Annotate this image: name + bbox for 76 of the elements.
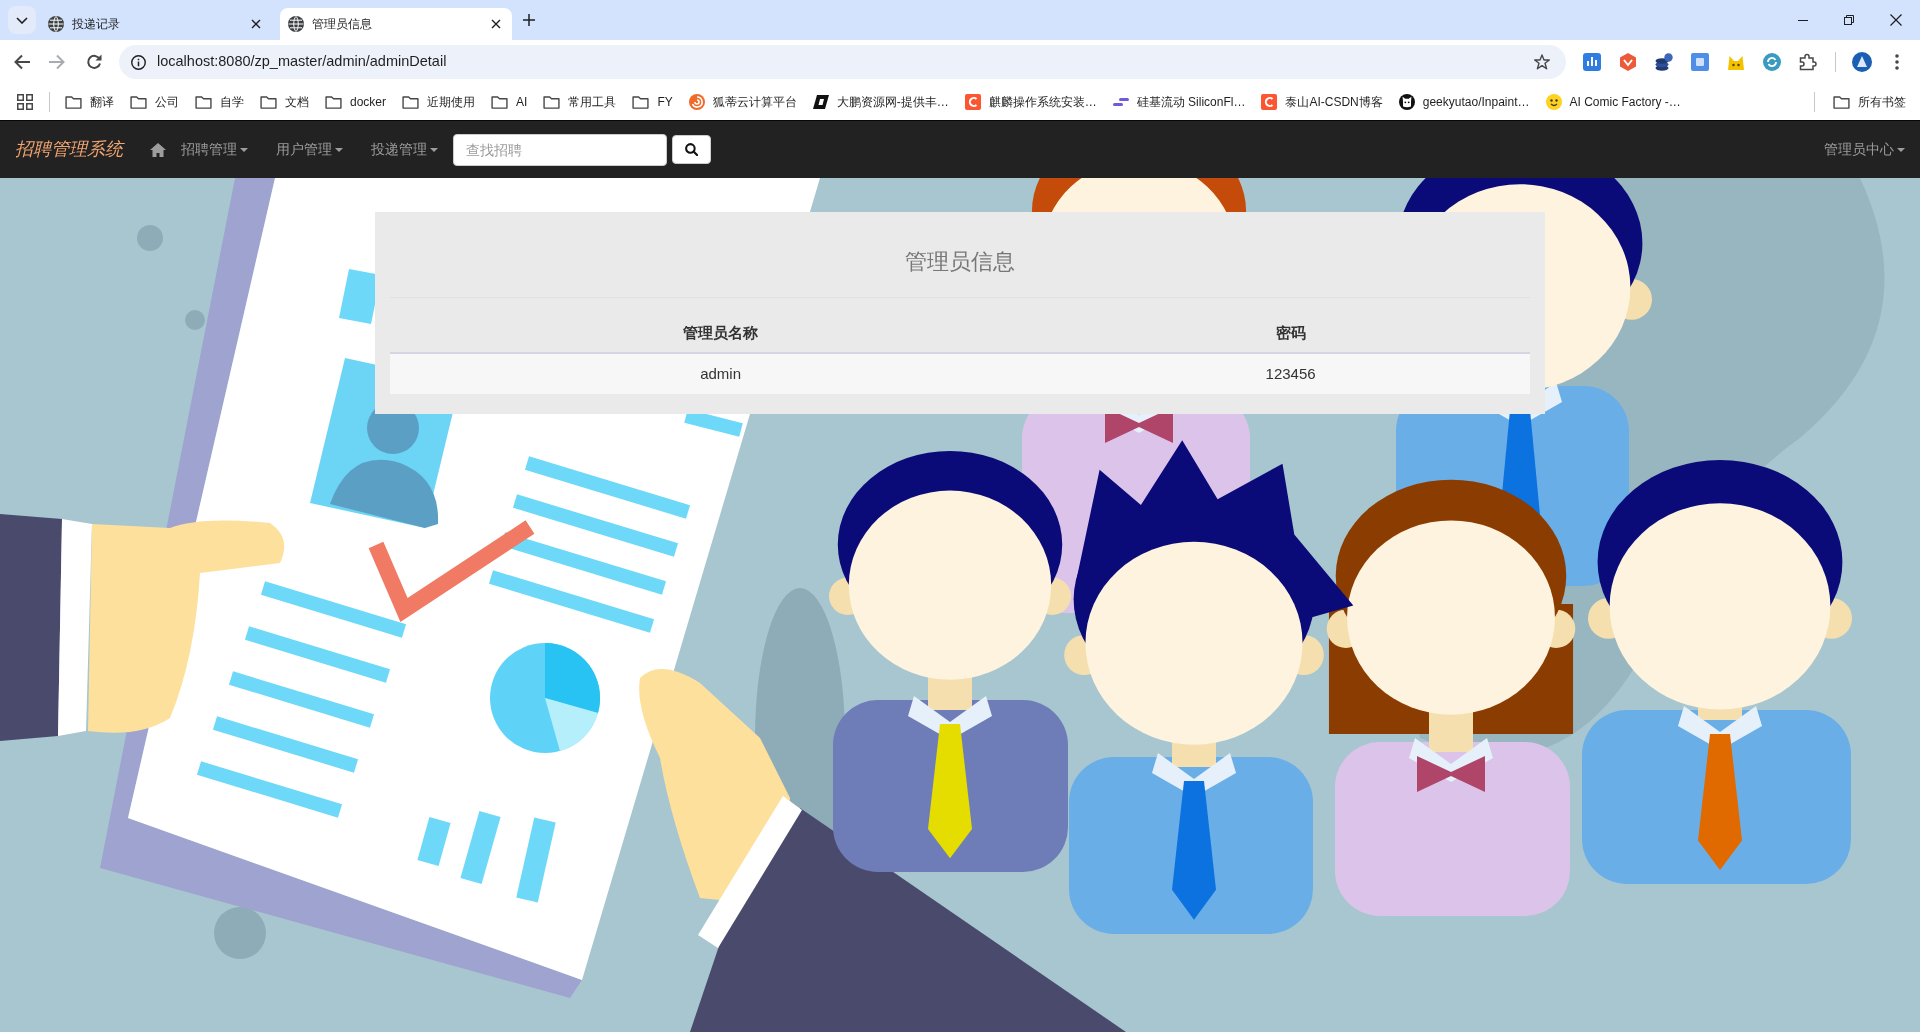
bookmark-item[interactable]: AI Comic Factory -… xyxy=(1537,88,1689,116)
folder-icon xyxy=(325,95,342,109)
slanted-logo-icon xyxy=(812,94,829,110)
sync-icon[interactable] xyxy=(1763,53,1781,71)
folder-icon xyxy=(260,95,277,109)
new-tab-plus-icon[interactable] xyxy=(523,14,535,26)
coin-stack-icon[interactable] xyxy=(1655,53,1673,71)
reload-icon[interactable] xyxy=(86,54,102,70)
home-icon[interactable] xyxy=(150,142,166,157)
bookmark-item[interactable]: 泰山AI-CSDN博客 xyxy=(1253,88,1391,116)
cat-logo-icon[interactable] xyxy=(1727,53,1745,71)
bar-chart-icon[interactable] xyxy=(1583,53,1601,71)
bookmark-item[interactable]: 所有书签 xyxy=(1825,88,1914,116)
bookmark-item[interactable]: 硅基流动 SiliconFl… xyxy=(1104,88,1254,116)
search-button[interactable] xyxy=(672,135,711,164)
bookmark-item[interactable]: 麒麟操作系统安装… xyxy=(956,88,1105,116)
close-icon[interactable] xyxy=(491,19,501,29)
chevron-down-icon xyxy=(16,16,28,24)
folder-icon xyxy=(65,95,82,109)
table-cell: 123456 xyxy=(1051,353,1530,394)
info-icon[interactable] xyxy=(131,54,146,70)
bookmark-item[interactable]: FY xyxy=(624,88,681,116)
dash-logo-icon xyxy=(1112,98,1129,106)
globe-icon xyxy=(48,16,64,32)
tab-search-button[interactable] xyxy=(8,6,36,34)
caret-icon xyxy=(1897,147,1905,152)
bookmark-item[interactable]: 近期使用 xyxy=(394,88,484,116)
hexagon-logo-icon[interactable] xyxy=(1619,53,1637,71)
folder-icon xyxy=(543,95,561,109)
bookmark-item[interactable]: 翻译 xyxy=(57,88,122,116)
star-icon[interactable] xyxy=(1534,54,1550,70)
bookmark-item[interactable]: docker xyxy=(317,88,395,116)
caret-icon xyxy=(240,147,248,152)
smiley-emoji-icon xyxy=(1545,94,1562,110)
nav-dropdown-link[interactable]: 招聘管理 xyxy=(166,139,262,160)
folder-icon xyxy=(402,95,420,109)
folder-icon xyxy=(130,95,147,109)
browser-tab[interactable]: 投递记录 xyxy=(40,8,272,40)
nav-dropdown-link[interactable]: 用户管理 xyxy=(262,139,357,160)
search-icon xyxy=(685,143,698,156)
caret-icon xyxy=(335,147,343,152)
bookmark-item[interactable]: 文档 xyxy=(252,88,317,116)
nav-dropdown-link[interactable]: 投递管理 xyxy=(357,139,452,160)
bookmark-item[interactable]: 狐蒂云计算平台 xyxy=(680,88,805,116)
close-icon[interactable] xyxy=(1890,14,1902,26)
account-dropdown-link[interactable]: 管理员中心 xyxy=(1810,139,1905,160)
back-arrow-icon[interactable] xyxy=(14,54,30,70)
bookmark-item[interactable]: 自学 xyxy=(187,88,252,116)
close-icon[interactable] xyxy=(251,19,261,29)
brand-title[interactable]: 招聘管理系统 xyxy=(15,136,123,163)
arc-logo-icon xyxy=(964,94,981,110)
bookmark-item[interactable]: geekyutao/Inpaint… xyxy=(1390,88,1538,116)
search-field[interactable]: 查找招聘 xyxy=(453,133,667,166)
cat-logo-icon xyxy=(1398,94,1415,110)
folder-icon xyxy=(195,95,212,109)
profile-avatar-icon[interactable] xyxy=(1852,52,1872,72)
swirl-logo-icon xyxy=(688,94,705,110)
table-cell: admin xyxy=(390,353,1052,394)
globe-icon xyxy=(288,16,304,32)
minimize-icon[interactable] xyxy=(1798,19,1808,21)
bookmark-item[interactable]: AI xyxy=(483,88,536,116)
bookmark-item[interactable]: 常用工具 xyxy=(535,88,625,116)
bookmark-item[interactable]: 大鹏资源网-提供丰… xyxy=(804,88,957,116)
address-bar[interactable]: localhost:8080/zp_master/admin/adminDetail xyxy=(119,45,1566,79)
restore-icon[interactable] xyxy=(1844,15,1854,25)
caret-icon xyxy=(430,147,438,152)
folder-icon xyxy=(1833,95,1850,109)
arc-logo-icon xyxy=(1261,94,1278,110)
folder-icon xyxy=(491,95,509,109)
folder-icon xyxy=(632,95,650,109)
panel-title: 管理员信息 xyxy=(904,250,1016,274)
apps-grid-icon[interactable] xyxy=(17,94,33,110)
browser-tab[interactable]: 管理员信息 xyxy=(280,8,512,40)
puzzle-piece-icon[interactable] xyxy=(1799,53,1817,71)
bookmark-item[interactable]: 公司 xyxy=(122,88,187,116)
more-menu-icon[interactable] xyxy=(1895,54,1899,70)
